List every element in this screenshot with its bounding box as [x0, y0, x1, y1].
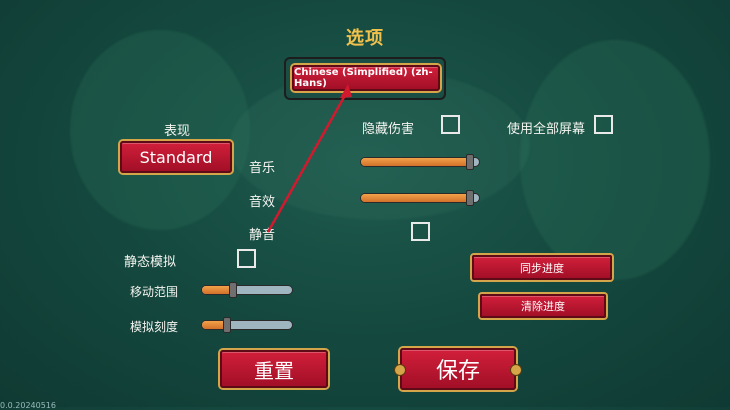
version-text: 0.0.20240516	[0, 401, 56, 410]
annotation-arrow	[266, 84, 352, 233]
